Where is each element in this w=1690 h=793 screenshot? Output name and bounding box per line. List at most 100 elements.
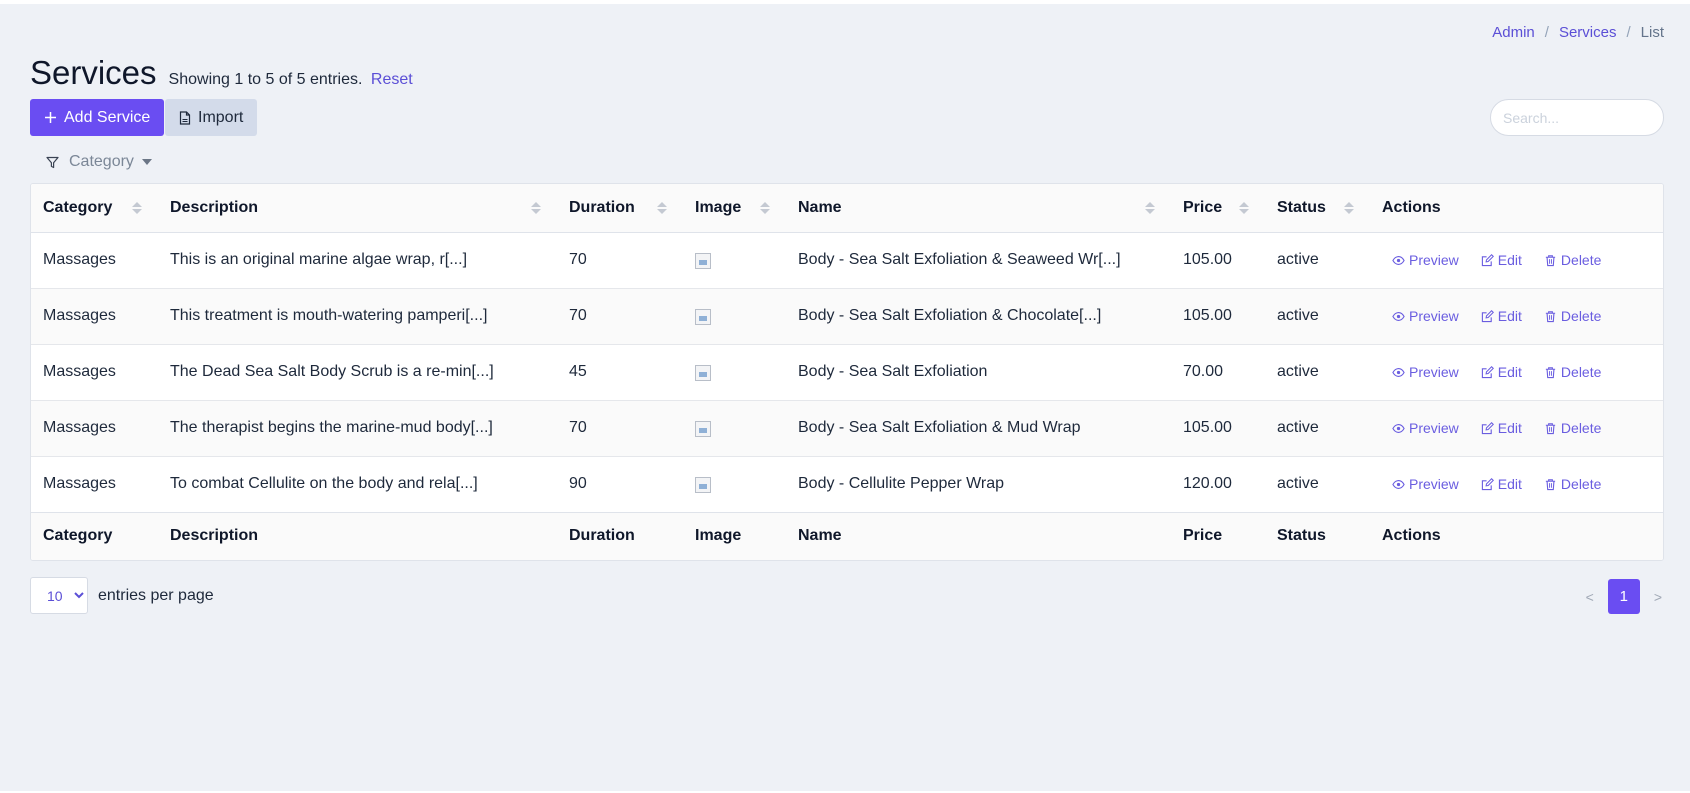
delete-label: Delete [1560,420,1602,436]
cell-description: To combat Cellulite on the body and rela… [170,475,478,492]
cell-status: active [1265,232,1370,289]
cell-actions: Preview Edit Delete [1370,344,1663,401]
cell-duration: 70 [557,232,683,289]
add-service-button[interactable]: Add Service [30,99,165,136]
cell-image [683,232,786,289]
cell-image [683,400,786,457]
cell-name: Body - Sea Salt Exfoliation & Mud Wrap [786,400,1171,457]
delete-button[interactable]: Delete [1544,252,1601,268]
cell-duration: 70 [557,288,683,345]
footer-header-actions: Actions [1370,511,1663,560]
search-input[interactable] [1490,99,1664,136]
broken-image-icon [695,476,711,493]
delete-label: Delete [1560,364,1602,380]
page-1-button[interactable]: 1 [1607,579,1640,614]
cell-price: 105.00 [1171,400,1265,457]
footer-header-status: Status [1265,511,1370,560]
column-header-actions: Actions [1370,184,1663,233]
column-header-category[interactable]: Category [31,184,158,233]
pagination: < 1 > [1586,579,1662,614]
breadcrumb: Admin / Services / List [1492,24,1664,41]
preview-label: Preview [1409,476,1459,492]
table-row: Massages To combat Cellulite on the body … [31,456,1663,512]
sort-icon[interactable] [1344,201,1354,214]
sort-icon[interactable] [1145,201,1155,214]
column-header-image[interactable]: Image [683,184,786,233]
page-frame: Admin / Services / List Services Showing… [0,4,1690,791]
edit-icon [1481,253,1494,266]
next-page-button[interactable]: > [1654,589,1662,605]
broken-image-icon [695,252,711,269]
edit-label: Edit [1497,364,1522,380]
prev-page-button[interactable]: < [1586,589,1594,605]
edit-button[interactable]: Edit [1481,364,1522,380]
breadcrumb-admin[interactable]: Admin [1492,24,1535,41]
preview-label: Preview [1409,308,1459,324]
cell-category: Massages [31,344,158,401]
category-filter[interactable]: Category [46,153,152,171]
per-page-select[interactable]: 10 [30,577,88,614]
cell-status: active [1265,344,1370,401]
cell-category: Massages [43,475,116,492]
delete-button[interactable]: Delete [1544,308,1601,324]
preview-button[interactable]: Preview [1392,420,1459,436]
preview-button[interactable]: Preview [1392,476,1459,492]
edit-button[interactable]: Edit [1481,476,1522,492]
preview-button[interactable]: Preview [1392,364,1459,380]
footer-header-name: Name [786,511,1171,560]
edit-button[interactable]: Edit [1481,308,1522,324]
eye-icon [1392,255,1405,265]
sort-icon[interactable] [657,201,667,214]
cell-description: This is an original marine algae wrap, r… [158,232,557,289]
entries-info-text: Showing 1 to 5 of 5 entries. [168,71,363,88]
column-header-name[interactable]: Name [786,184,1171,233]
cell-duration: 45 [557,344,683,401]
column-header-price[interactable]: Price [1171,184,1265,233]
sort-icon[interactable] [760,201,770,214]
footer-header-category: Category [31,511,158,560]
cell-actions: Preview Edit Delete [1370,288,1663,345]
column-header-duration[interactable]: Duration [557,184,683,233]
trash-icon [1545,366,1556,378]
breadcrumb-services[interactable]: Services [1559,24,1617,41]
table-footer-row: Category Description Duration Image Name… [31,511,1663,560]
sort-icon[interactable] [531,201,541,214]
cell-actions: Preview Edit Delete [1370,456,1663,512]
edit-button[interactable]: Edit [1481,252,1522,268]
plus-icon [45,112,56,123]
preview-label: Preview [1409,420,1459,436]
cell-name: Body - Sea Salt Exfoliation & Seaweed Wr… [786,232,1171,289]
edit-label: Edit [1497,252,1522,268]
cell-image [683,288,786,345]
entries-info: Showing 1 to 5 of 5 entries. Reset [169,71,413,89]
file-icon [179,110,191,125]
cell-price: 105.00 [1171,288,1265,345]
eye-icon [1392,367,1405,377]
cell-status: active [1265,288,1370,345]
delete-button[interactable]: Delete [1544,364,1601,380]
column-header-status[interactable]: Status [1265,184,1370,233]
sort-icon[interactable] [132,201,142,214]
cell-duration: 90 [569,475,587,492]
preview-button[interactable]: Preview [1392,308,1459,324]
delete-button[interactable]: Delete [1544,476,1601,492]
sort-icon[interactable] [1239,201,1249,214]
delete-button[interactable]: Delete [1544,420,1601,436]
reset-link[interactable]: Reset [371,71,413,88]
breadcrumb-separator: / [1626,24,1631,41]
edit-label: Edit [1497,308,1522,324]
edit-icon [1481,309,1494,322]
broken-image-icon [695,308,711,325]
add-service-label: Add Service [64,108,151,126]
eye-icon [1392,423,1405,433]
cell-duration: 70 [557,400,683,457]
trash-icon [1545,310,1556,322]
edit-label: Edit [1497,420,1522,436]
import-button[interactable]: Import [165,99,258,136]
cell-description: The Dead Sea Salt Body Scrub is a re-min… [158,344,557,401]
edit-button[interactable]: Edit [1481,420,1522,436]
preview-button[interactable]: Preview [1392,252,1459,268]
cell-description: This treatment is mouth-watering pamperi… [158,288,557,345]
cell-name: Body - Sea Salt Exfoliation [786,344,1171,401]
column-header-description[interactable]: Description [158,184,557,233]
